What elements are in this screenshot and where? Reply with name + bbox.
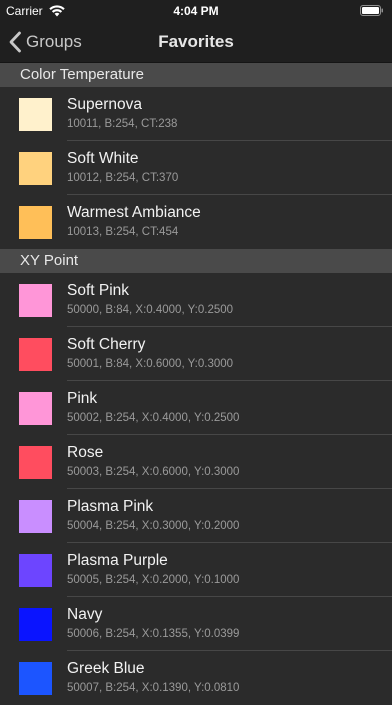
list-item[interactable]: Plasma Purple 50005, B:254, X:0.2000, Y:0… (0, 543, 392, 597)
color-swatch (19, 284, 52, 317)
favorite-name: Navy (67, 606, 103, 623)
back-button[interactable]: Groups (8, 22, 82, 62)
list-item[interactable]: Supernova 10011, B:254, CT:238 (0, 87, 392, 141)
favorite-name: Rose (67, 444, 104, 461)
favorite-name: Warmest Ambiance (67, 204, 201, 221)
favorite-details: 50006, B:254, X:0.1355, Y:0.0399 (67, 628, 240, 640)
favorites-list: Color Temperature Supernova 10011, B:254, … (0, 63, 392, 705)
favorite-details: 50002, B:254, X:0.4000, Y:0.2500 (67, 412, 240, 424)
favorite-details: 50001, B:84, X:0.6000, Y:0.3000 (67, 358, 234, 370)
color-swatch (19, 608, 52, 641)
favorite-name: Supernova (67, 96, 142, 113)
list-item[interactable]: Pink 50002, B:254, X:0.4000, Y:0.2500 (0, 381, 392, 435)
color-swatch (19, 98, 52, 131)
list-item[interactable]: Rose 50003, B:254, X:0.6000, Y:0.3000 (0, 435, 392, 489)
list-item[interactable]: Navy 50006, B:254, X:0.1355, Y:0.0399 (0, 597, 392, 651)
favorite-details: 10011, B:254, CT:238 (67, 118, 178, 130)
navigation-bar: Groups Favorites (0, 22, 392, 63)
favorite-details: 50005, B:254, X:0.2000, Y:0.1000 (67, 574, 240, 586)
section-header: Color Temperature (0, 63, 392, 87)
favorite-name: Soft White (67, 150, 139, 167)
section-group: Supernova 10011, B:254, CT:238 Soft White 1… (0, 87, 392, 249)
status-bar: Carrier 4:04 PM (0, 0, 392, 22)
color-swatch (19, 500, 52, 533)
battery-icon (360, 5, 384, 16)
list-item[interactable]: Soft Pink 50000, B:84, X:0.4000, Y:0.2500 (0, 273, 392, 327)
favorite-name: Plasma Pink (67, 498, 154, 515)
color-swatch (19, 338, 52, 371)
list-item[interactable]: Plasma Pink 50004, B:254, X:0.3000, Y:0.2… (0, 489, 392, 543)
favorite-name: Plasma Purple (67, 552, 168, 569)
color-swatch (19, 446, 52, 479)
list-item[interactable]: Warmest Ambiance 10013, B:254, CT:454 (0, 195, 392, 249)
color-swatch (19, 662, 52, 695)
favorite-details: 50007, B:254, X:0.1390, Y:0.0810 (67, 682, 240, 694)
favorite-details: 50003, B:254, X:0.6000, Y:0.3000 (67, 466, 240, 478)
list-item[interactable]: Soft Cherry 50001, B:84, X:0.6000, Y:0.30… (0, 327, 392, 381)
favorite-name: Soft Pink (67, 282, 130, 299)
color-swatch (19, 554, 52, 587)
status-time: 4:04 PM (173, 4, 219, 18)
favorite-name: Greek Blue (67, 660, 145, 677)
favorite-name: Soft Cherry (67, 336, 146, 353)
favorite-name: Pink (67, 390, 98, 407)
list-item[interactable]: Greek Blue 50007, B:254, X:0.1390, Y:0.08… (0, 651, 392, 705)
color-swatch (19, 152, 52, 185)
list-item[interactable]: Soft White 10012, B:254, CT:370 (0, 141, 392, 195)
color-swatch (19, 206, 52, 239)
chevron-left-icon (8, 31, 22, 53)
favorite-details: 10012, B:254, CT:370 (67, 172, 179, 184)
favorite-details: 10013, B:254, CT:454 (67, 226, 179, 238)
favorite-details: 50000, B:84, X:0.4000, Y:0.2500 (67, 304, 234, 316)
back-label: Groups (26, 32, 82, 51)
color-swatch (19, 392, 52, 425)
favorite-details: 50004, B:254, X:0.3000, Y:0.2000 (67, 520, 240, 532)
section-header: XY Point (0, 249, 392, 273)
section-group: Soft Pink 50000, B:84, X:0.4000, Y:0.2500… (0, 273, 392, 705)
